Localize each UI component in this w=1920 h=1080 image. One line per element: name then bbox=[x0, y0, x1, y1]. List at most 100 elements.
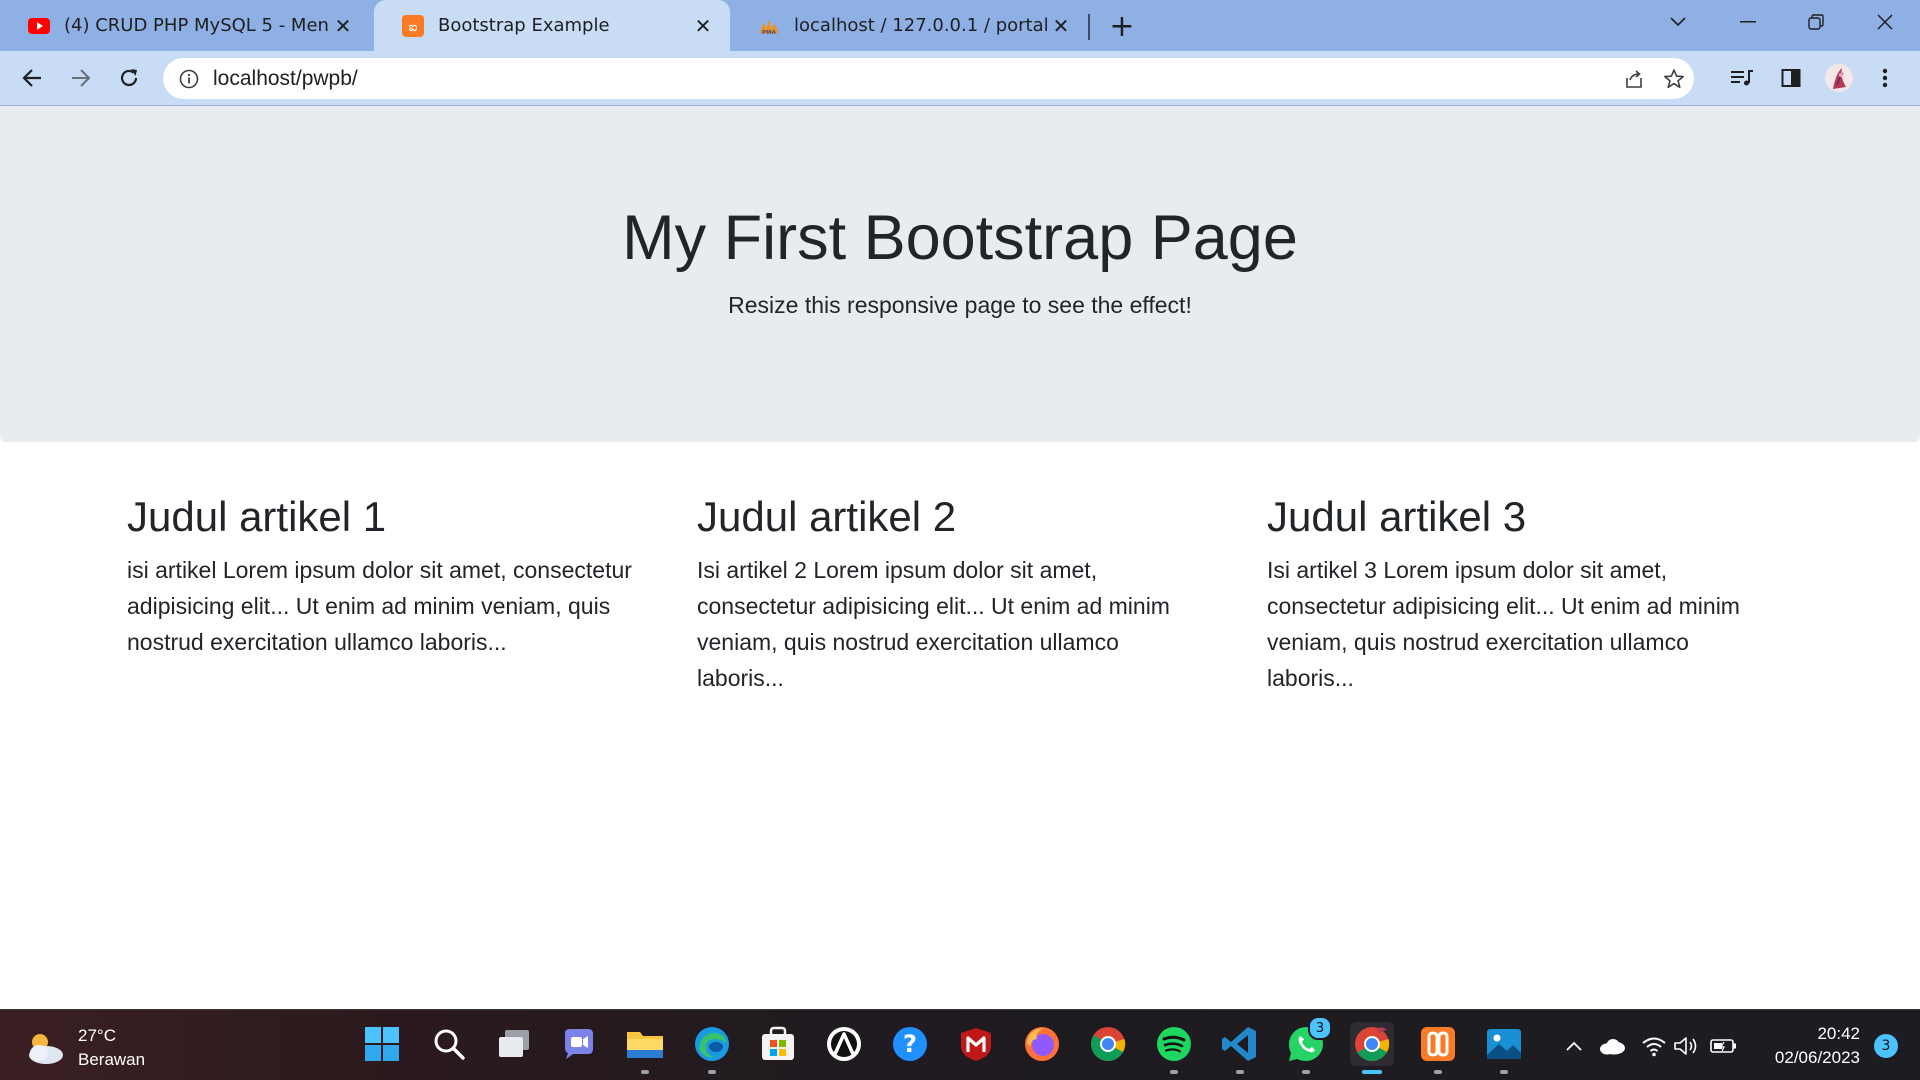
xampp-icon bbox=[1421, 1027, 1455, 1061]
article-column-2: Judul artikel 2 Isi artikel 2 Lorem ipsu… bbox=[697, 492, 1207, 696]
minimize-icon bbox=[1740, 21, 1756, 23]
whatsapp-button[interactable]: 3 bbox=[1284, 1016, 1332, 1074]
close-icon[interactable]: ✕ bbox=[690, 13, 716, 39]
photos-button[interactable] bbox=[1482, 1022, 1526, 1074]
file-explorer-icon bbox=[627, 1032, 663, 1058]
browser-tab-strip: (4) CRUD PHP MySQL 5 - Menam ✕ ಐ Bootstr… bbox=[0, 0, 1920, 51]
photos-icon bbox=[1487, 1029, 1521, 1059]
chrome-icon bbox=[1091, 1027, 1126, 1061]
mcafee-icon bbox=[961, 1028, 991, 1061]
xampp-button[interactable] bbox=[1416, 1022, 1460, 1074]
tab-bootstrap-example[interactable]: ಐ Bootstrap Example ✕ bbox=[374, 0, 730, 51]
tab-separator bbox=[1088, 14, 1090, 40]
url-text[interactable]: localhost/pwpb/ bbox=[213, 67, 358, 91]
article-column-1: Judul artikel 1 isi artikel Lorem ipsum … bbox=[127, 492, 637, 660]
chrome-button[interactable] bbox=[1086, 1022, 1130, 1066]
address-bar[interactable]: localhost/pwpb/ bbox=[163, 58, 1694, 99]
close-icon[interactable]: ✕ bbox=[330, 13, 356, 39]
spotify-button[interactable] bbox=[1152, 1022, 1196, 1074]
wifi-tray-button[interactable] bbox=[1640, 1032, 1668, 1060]
tab-phpmyadmin[interactable]: PMA localhost / 127.0.0.1 / portal / art… bbox=[730, 0, 1088, 51]
spotify-icon bbox=[1157, 1027, 1191, 1061]
page-title: My First Bootstrap Page bbox=[622, 203, 1298, 273]
playlist-music-icon bbox=[1731, 70, 1753, 86]
vscode-button[interactable] bbox=[1218, 1022, 1262, 1074]
media-control-button[interactable] bbox=[1723, 59, 1761, 97]
minimize-button[interactable] bbox=[1715, 0, 1781, 44]
teams-chat-button[interactable] bbox=[557, 1022, 601, 1066]
reload-icon bbox=[120, 69, 138, 87]
jumbotron: My First Bootstrap Page Resize this resp… bbox=[0, 106, 1920, 442]
more-vertical-icon bbox=[1882, 68, 1888, 88]
article-body: Isi artikel 2 Lorem ipsum dolor sit amet… bbox=[697, 557, 1170, 691]
running-indicator bbox=[1302, 1070, 1310, 1074]
windows-taskbar: 27°C Berawan ? 3 20:42 02/06/2023 3 bbox=[0, 1009, 1920, 1080]
close-icon[interactable]: ✕ bbox=[1048, 13, 1074, 39]
avatar bbox=[1825, 64, 1853, 92]
tab-title: localhost / 127.0.0.1 / portal / art bbox=[794, 15, 1048, 36]
firefox-button[interactable] bbox=[1020, 1022, 1064, 1066]
restore-icon bbox=[1808, 14, 1824, 30]
site-info-icon[interactable] bbox=[177, 67, 201, 91]
new-tab-button[interactable]: + bbox=[1104, 8, 1140, 44]
page-subtitle: Resize this responsive page to see the e… bbox=[728, 292, 1192, 318]
browser-toolbar: localhost/pwpb/ bbox=[0, 51, 1920, 106]
back-button[interactable] bbox=[13, 59, 51, 97]
arrow-right-icon bbox=[72, 69, 91, 87]
article-title: Judul artikel 2 bbox=[697, 493, 957, 540]
task-view-button[interactable] bbox=[492, 1022, 536, 1066]
article-title: Judul artikel 3 bbox=[1267, 493, 1527, 540]
firefox-icon bbox=[1025, 1027, 1059, 1061]
phpmyadmin-icon: PMA bbox=[758, 15, 780, 37]
microsoft-store-icon bbox=[762, 1026, 794, 1060]
mcafee-button[interactable] bbox=[954, 1022, 998, 1066]
arc-button[interactable] bbox=[822, 1022, 866, 1066]
article-column-3: Judul artikel 3 Isi artikel 3 Lorem ipsu… bbox=[1267, 492, 1777, 696]
speaker-icon bbox=[1674, 1037, 1697, 1055]
tab-search-button[interactable] bbox=[1645, 0, 1711, 44]
cloudy-weather-icon bbox=[29, 1034, 63, 1064]
taskbar-search-button[interactable] bbox=[427, 1022, 471, 1066]
running-indicator bbox=[708, 1070, 716, 1074]
start-button[interactable] bbox=[360, 1022, 404, 1066]
browser-menu-button[interactable] bbox=[1866, 59, 1904, 97]
svg-text:ಐ: ಐ bbox=[409, 20, 418, 35]
xampp-icon: ಐ bbox=[402, 14, 424, 37]
teams-chat-icon bbox=[565, 1029, 593, 1059]
edge-button[interactable] bbox=[690, 1022, 734, 1074]
system-clock[interactable]: 20:42 02/06/2023 bbox=[1775, 1022, 1860, 1070]
share-icon[interactable] bbox=[1621, 66, 1647, 92]
volume-tray-button[interactable] bbox=[1672, 1032, 1700, 1060]
get-help-button[interactable]: ? bbox=[888, 1022, 932, 1066]
show-hidden-icons-button[interactable] bbox=[1560, 1032, 1588, 1060]
tab-title: (4) CRUD PHP MySQL 5 - Menam bbox=[64, 15, 330, 36]
help-icon: ? bbox=[893, 1027, 927, 1061]
article-title: Judul artikel 1 bbox=[127, 493, 387, 540]
profile-button[interactable] bbox=[1820, 59, 1858, 97]
microsoft-store-button[interactable] bbox=[756, 1022, 800, 1066]
arc-icon bbox=[827, 1027, 861, 1061]
side-panel-button[interactable] bbox=[1772, 59, 1810, 97]
notification-badge[interactable]: 3 bbox=[1874, 1034, 1898, 1058]
clock-time: 20:42 bbox=[1817, 1024, 1860, 1043]
tab-youtube[interactable]: (4) CRUD PHP MySQL 5 - Menam ✕ bbox=[0, 0, 370, 51]
reload-button[interactable] bbox=[110, 59, 148, 97]
youtube-icon bbox=[28, 15, 50, 37]
chevron-down-icon bbox=[1670, 17, 1686, 27]
arrow-left-icon bbox=[22, 69, 41, 87]
battery-icon bbox=[1710, 1039, 1736, 1053]
chrome-canary-button[interactable] bbox=[1350, 1022, 1394, 1074]
file-explorer-button[interactable] bbox=[623, 1022, 667, 1074]
edge-icon bbox=[695, 1027, 729, 1061]
weather-condition: Berawan bbox=[78, 1050, 146, 1069]
forward-button[interactable] bbox=[62, 59, 100, 97]
search-icon bbox=[434, 1029, 465, 1060]
weather-widget[interactable]: 27°C Berawan bbox=[24, 1024, 145, 1072]
battery-tray-button[interactable] bbox=[1710, 1032, 1738, 1060]
close-window-button[interactable] bbox=[1852, 0, 1918, 44]
onedrive-tray-button[interactable] bbox=[1598, 1032, 1626, 1060]
wifi-icon bbox=[1642, 1037, 1666, 1057]
running-indicator bbox=[1236, 1070, 1244, 1074]
star-icon[interactable] bbox=[1661, 66, 1687, 92]
restore-button[interactable] bbox=[1783, 0, 1849, 44]
